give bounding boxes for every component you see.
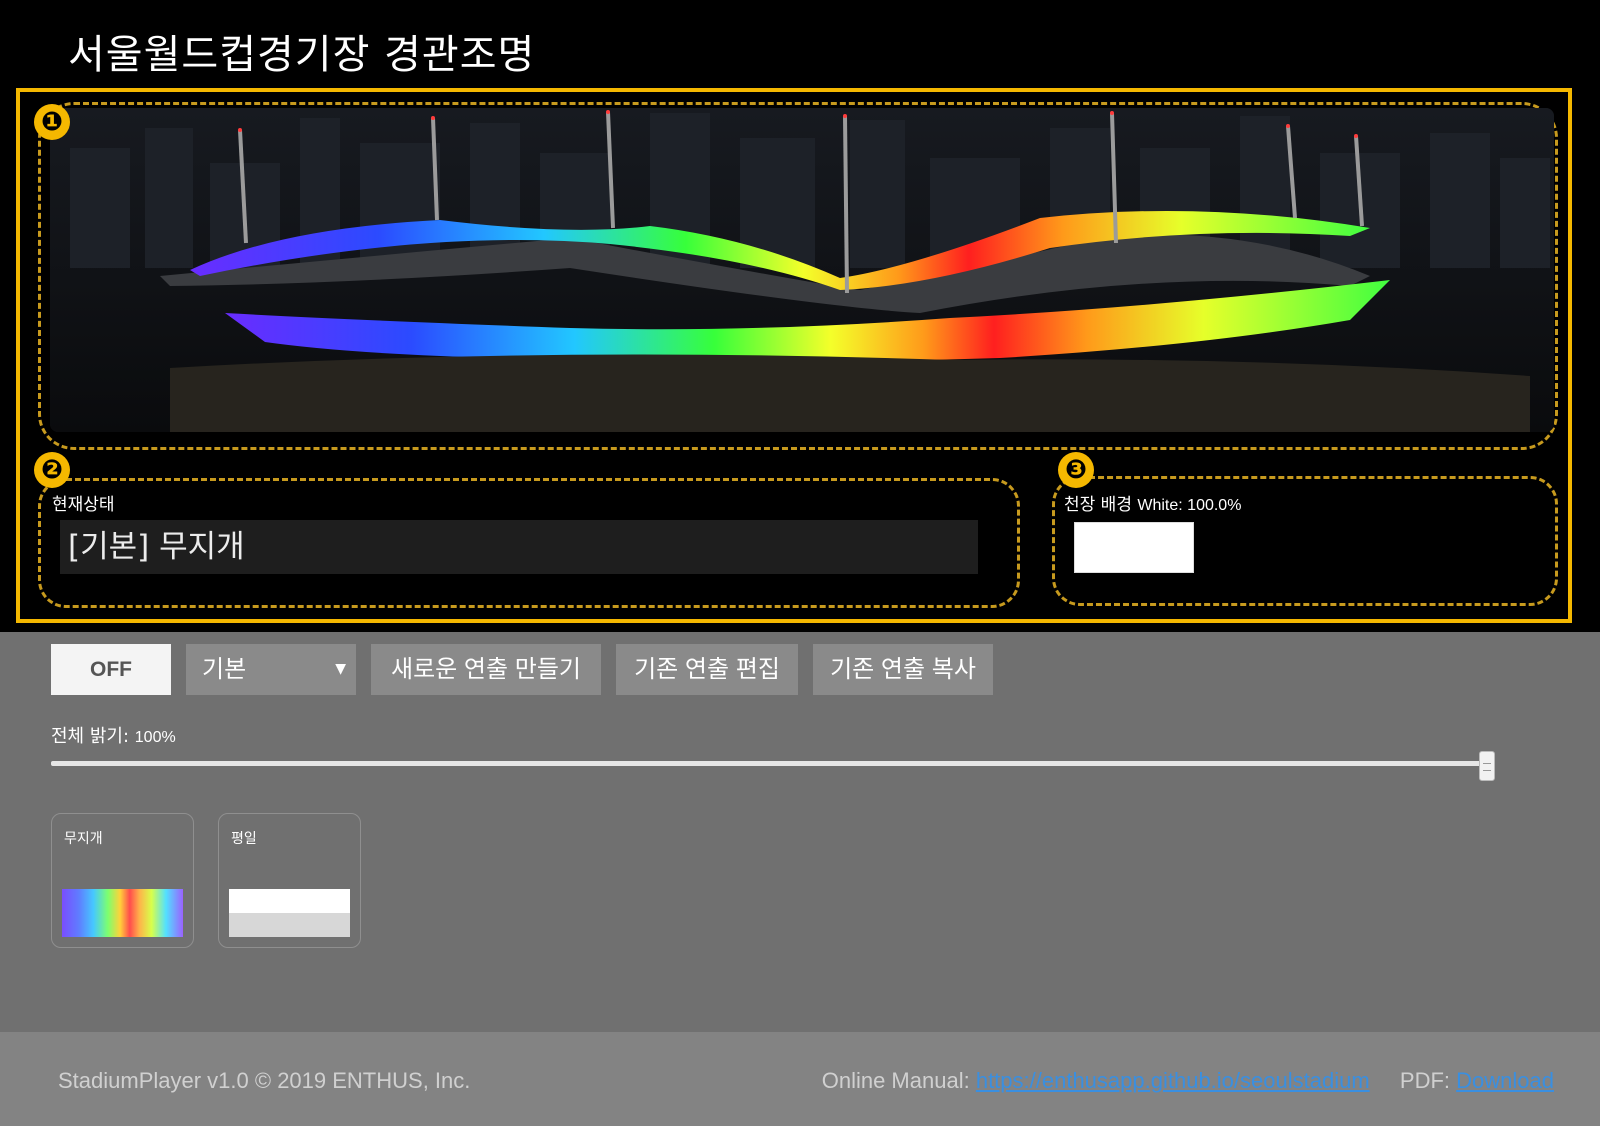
page-title: 서울월드컵경기장 경관조명 <box>68 32 536 78</box>
stadium-illustration <box>50 108 1554 432</box>
brightness-slider-track[interactable] <box>51 761 1487 766</box>
preset-card-title: 무지개 <box>64 831 103 847</box>
footer-copyright: StadiumPlayer v1.0 © 2019 ENTHUS, Inc. <box>58 1068 471 1093</box>
callout-1-badge: ❶ <box>34 104 70 140</box>
preset-card-weekday[interactable]: 평일 <box>218 813 361 948</box>
brightness-slider-thumb[interactable] <box>1479 751 1495 781</box>
callout-3-badge: ❸ <box>1058 452 1094 488</box>
new-show-button[interactable]: 새로운 연출 만들기 <box>371 644 601 695</box>
rainbow-swatch <box>62 889 183 937</box>
manual-label: Online Manual: <box>821 1068 970 1093</box>
chevron-down-icon: ▼ <box>335 661 346 677</box>
preset-card-rainbow[interactable]: 무지개 <box>51 813 194 948</box>
brightness-value: 100% <box>134 729 176 746</box>
stadium-preview <box>50 108 1554 432</box>
pdf-download-link[interactable]: Download <box>1456 1068 1554 1093</box>
preset-select-value: 기본 <box>202 655 247 683</box>
callout-2-badge: ❷ <box>34 452 70 488</box>
ceiling-label-text: 천장 배경 <box>1064 495 1132 515</box>
manual-link[interactable]: https://enthusapp.github.io/seoulstadium <box>976 1068 1370 1093</box>
ceiling-value: White: 100.0% <box>1137 497 1242 514</box>
footer-links: Online Manual: https://enthusapp.github.… <box>822 1068 1554 1094</box>
white-gray-swatch <box>229 889 350 937</box>
pdf-label: PDF: <box>1399 1068 1451 1093</box>
brightness-label-text: 전체 밝기: <box>51 726 130 747</box>
ceiling-color-swatch[interactable] <box>1074 522 1194 573</box>
status-display: [기본] 무지개 <box>60 520 978 574</box>
power-toggle-button[interactable]: OFF <box>51 644 171 695</box>
copy-show-button[interactable]: 기존 연출 복사 <box>813 644 993 695</box>
preset-select[interactable]: 기본 ▼ <box>186 644 356 695</box>
edit-show-button[interactable]: 기존 연출 편집 <box>616 644 798 695</box>
preset-card-title: 평일 <box>231 831 257 847</box>
status-label: 현재상태 <box>52 495 115 515</box>
ceiling-label: 천장 배경 White: 100.0% <box>1064 490 1241 515</box>
brightness-label: 전체 밝기: 100% <box>51 722 176 748</box>
